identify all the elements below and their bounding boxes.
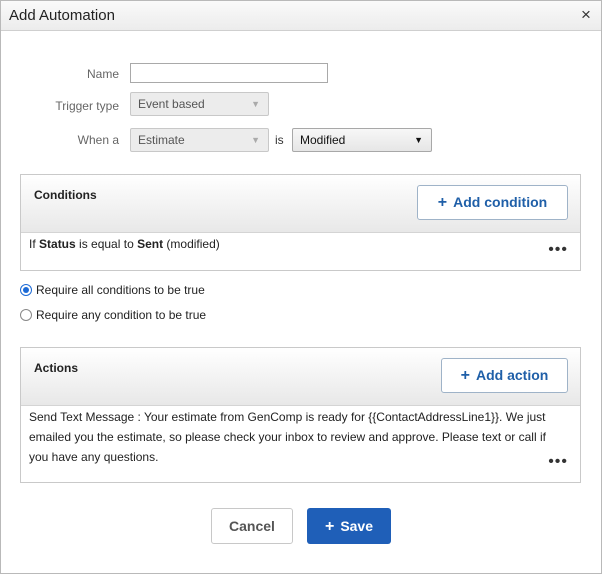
condition-more-icon[interactable]: ••• <box>548 241 568 259</box>
trigger-type-value: Event based <box>138 97 205 111</box>
condition-field: Status <box>39 237 76 251</box>
add-condition-button[interactable]: + Add condition <box>417 185 568 220</box>
condition-value: Sent <box>137 237 164 251</box>
conditions-title: Conditions <box>34 188 97 202</box>
actions-title: Actions <box>34 361 79 375</box>
condition-suffix: (modified) <box>163 237 220 251</box>
add-action-label: Add action <box>476 367 549 383</box>
require-all-option[interactable]: Require all conditions to be true <box>20 283 205 297</box>
event-value: Modified <box>300 133 346 147</box>
plus-icon: + <box>324 518 335 535</box>
plus-icon: + <box>460 367 470 384</box>
condition-row: If Status is equal to Sent (modified) <box>29 234 546 254</box>
action-more-icon[interactable]: ••• <box>548 453 568 471</box>
add-condition-label: Add condition <box>453 194 548 210</box>
action-row: Send Text Message : Your estimate from G… <box>29 410 546 464</box>
require-any-label: Require any condition to be true <box>36 308 207 322</box>
save-button[interactable]: + Save <box>307 508 391 544</box>
condition-operator: is equal to <box>75 237 138 251</box>
require-all-radio[interactable] <box>20 284 32 296</box>
conditions-header: Conditions + Add condition <box>21 175 580 233</box>
when-label: When a <box>77 133 119 147</box>
trigger-type-label: Trigger type <box>55 99 119 113</box>
trigger-type-select: Event based ▼ <box>130 92 269 116</box>
event-select[interactable]: Modified ▼ <box>292 128 432 152</box>
add-automation-dialog: Add Automation × Name Trigger type Event… <box>0 0 602 574</box>
cancel-button[interactable]: Cancel <box>211 508 293 544</box>
chevron-down-icon: ▼ <box>251 135 260 145</box>
require-any-option[interactable]: Require any condition to be true <box>20 308 206 322</box>
close-icon[interactable]: × <box>577 5 595 25</box>
dialog-title: Add Automation <box>9 7 115 24</box>
entity-value: Estimate <box>138 133 185 147</box>
save-label: Save <box>340 518 374 534</box>
actions-header: Actions + Add action <box>21 348 580 406</box>
entity-select: Estimate ▼ <box>130 128 269 152</box>
plus-icon: + <box>437 194 448 211</box>
chevron-down-icon: ▼ <box>251 99 260 109</box>
require-all-label: Require all conditions to be true <box>36 283 205 297</box>
is-label: is <box>275 133 284 147</box>
conditions-panel: Conditions + Add condition If Status is e… <box>20 174 581 271</box>
name-label: Name <box>86 67 119 81</box>
condition-prefix: If <box>29 237 40 251</box>
add-action-button[interactable]: + Add action <box>441 358 568 393</box>
chevron-down-icon: ▼ <box>414 135 423 145</box>
actions-panel: Actions + Add action Send Text Message : … <box>20 347 581 483</box>
require-any-radio[interactable] <box>20 309 32 321</box>
dialog-titlebar: Add Automation × <box>1 1 601 31</box>
name-input[interactable] <box>130 63 328 83</box>
